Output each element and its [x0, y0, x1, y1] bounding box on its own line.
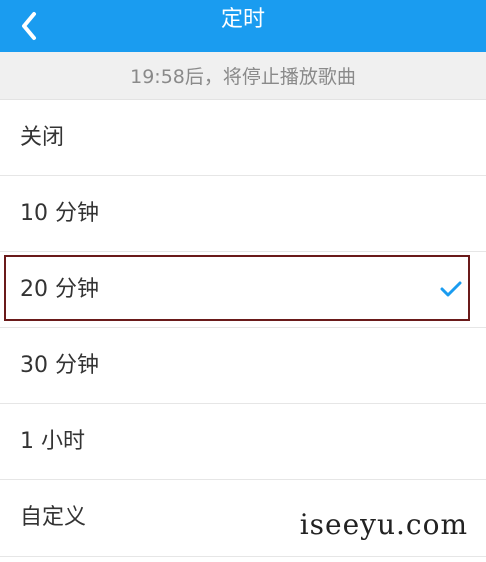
page-title: 定时 — [220, 7, 265, 32]
timer-screen: 定时 19:58后，将停止播放歌曲 关闭 10 分钟 20 分钟 30 分钟 1… — [0, 0, 486, 562]
checkmark-icon — [440, 281, 462, 297]
option-label: 关闭 — [20, 125, 65, 150]
option-label: 20 分钟 — [20, 277, 99, 302]
timer-options-list: 关闭 10 分钟 20 分钟 30 分钟 1 小时 自定义 — [0, 100, 486, 556]
option-close[interactable]: 关闭 — [0, 100, 486, 176]
option-label: 10 分钟 — [20, 201, 99, 226]
timer-status-text: 19:58后，将停止播放歌曲 — [130, 66, 356, 88]
option-20-minutes[interactable]: 20 分钟 — [0, 252, 486, 328]
watermark: iseeyu.com — [299, 508, 468, 541]
option-label: 1 小时 — [20, 429, 85, 454]
option-label: 自定义 — [20, 505, 87, 530]
option-label: 30 分钟 — [20, 353, 99, 378]
option-1-hour[interactable]: 1 小时 — [0, 404, 486, 480]
option-30-minutes[interactable]: 30 分钟 — [0, 328, 486, 404]
list-bottom-divider — [0, 556, 486, 557]
option-10-minutes[interactable]: 10 分钟 — [0, 176, 486, 252]
timer-status-bar: 19:58后，将停止播放歌曲 — [0, 52, 486, 100]
nav-bar: 定时 — [0, 0, 486, 52]
